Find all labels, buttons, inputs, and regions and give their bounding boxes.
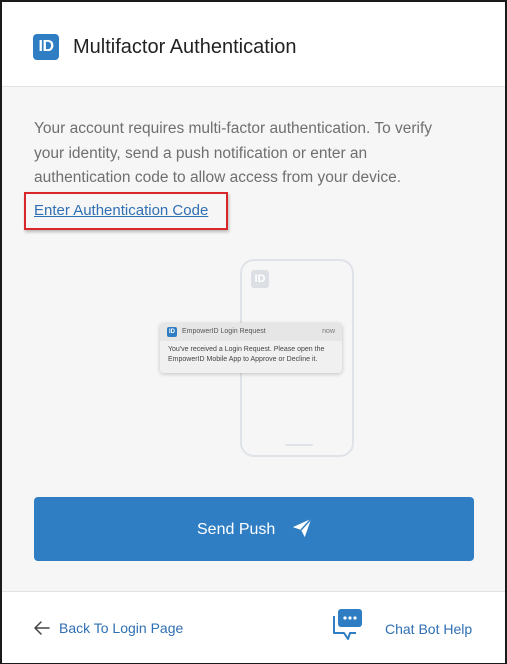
chat-bubble-icon — [333, 609, 362, 640]
phone-logo-icon: ID — [251, 270, 269, 288]
send-push-button[interactable]: Send Push — [34, 497, 474, 561]
page-title: Multifactor Authentication — [73, 36, 297, 58]
chat-bot-help-label: Chat Bot Help — [385, 621, 473, 637]
empowerid-logo-icon: ID — [33, 34, 59, 60]
dialog-header: ID Multifactor Authentication — [2, 2, 505, 87]
phone-home-bar — [285, 444, 313, 446]
notification-header: ID EmpowerID Login Request now — [160, 323, 342, 341]
paper-plane-icon — [292, 518, 312, 538]
notification-message: You've received a Login Request. Please … — [168, 346, 325, 363]
push-notification-preview: ID EmpowerID Login Request now You've re… — [160, 323, 342, 373]
back-to-login-label: Back To Login Page — [59, 620, 184, 636]
send-push-label: Send Push — [197, 521, 276, 538]
dialog-footer: Back To Login Page Chat Bot Help — [2, 591, 505, 663]
enter-auth-code-link[interactable]: Enter Authentication Code — [34, 202, 208, 219]
notification-app-icon: ID — [167, 327, 177, 337]
dialog-body: Your account requires multi-factor authe… — [2, 87, 505, 591]
mfa-dialog: ID Multifactor Authentication Your accou… — [0, 0, 507, 664]
arrow-left-icon — [34, 621, 50, 635]
notification-time: now — [322, 328, 335, 335]
chat-bot-help-link[interactable]: Chat Bot Help — [332, 607, 477, 643]
notification-app-name: EmpowerID Login Request — [182, 328, 266, 335]
mfa-description: Your account requires multi-factor authe… — [34, 120, 433, 186]
